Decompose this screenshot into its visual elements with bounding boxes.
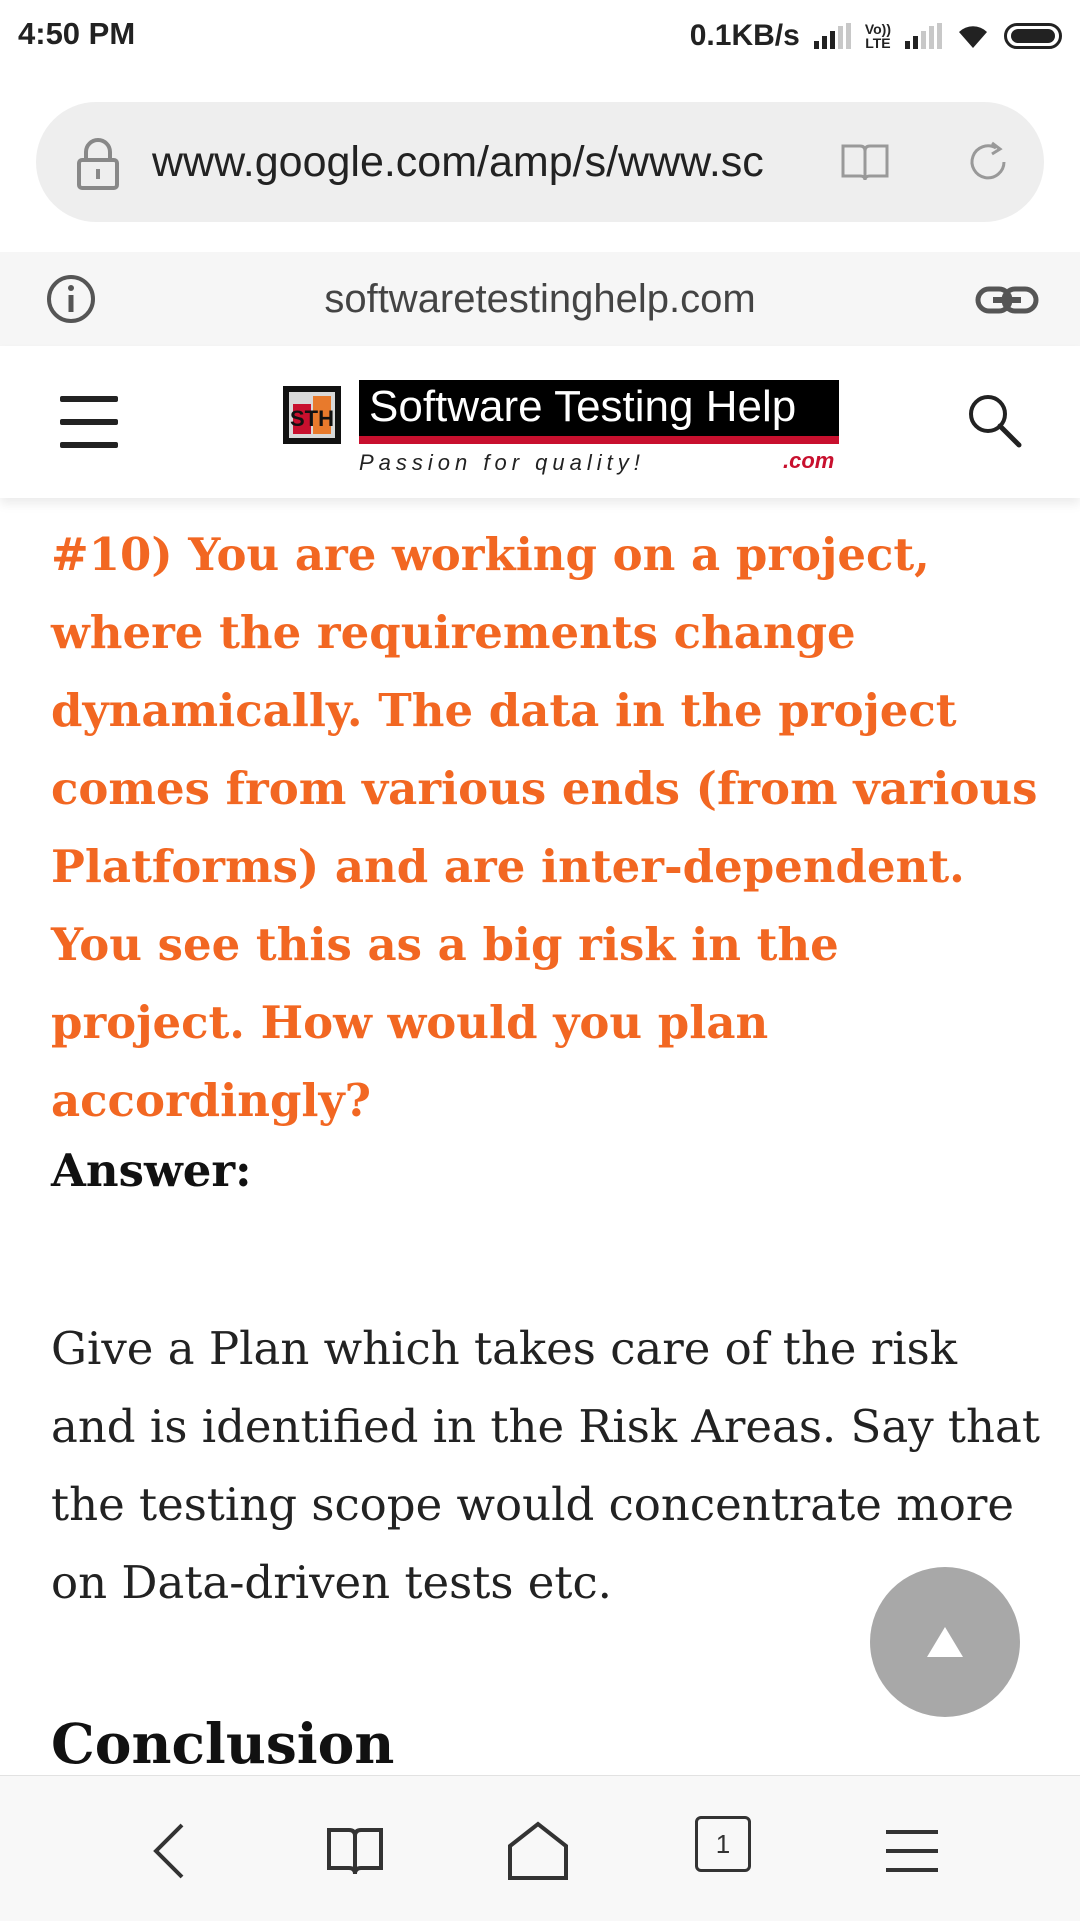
browser-bottom-nav: 1: [0, 1775, 1080, 1921]
back-button[interactable]: [133, 1816, 203, 1886]
home-button[interactable]: [503, 1816, 573, 1886]
question-heading: #10) You are working on a project, where…: [51, 528, 1038, 1127]
volte-icon: Vo)) LTE: [864, 21, 891, 51]
bookmarks-button[interactable]: [320, 1816, 390, 1886]
site-logo[interactable]: STH Software Testing Help Passion for qu…: [283, 380, 839, 475]
conclusion-heading: Conclusion: [51, 1711, 395, 1776]
signal-icon-2: [905, 23, 942, 49]
svg-text:STH: STH: [290, 406, 334, 431]
logo-suffix: .com: [783, 448, 835, 473]
wifi-icon: [959, 26, 987, 48]
logo-banner: Software Testing Help: [359, 380, 839, 444]
signal-icon: [813, 23, 851, 49]
article-content: #10) You are working on a project, where…: [51, 516, 1041, 1776]
scroll-to-top-button[interactable]: [870, 1567, 1020, 1717]
logo-name: Software Testing Help: [369, 382, 797, 431]
home-icon: [508, 1821, 568, 1880]
site-header: STH Software Testing Help Passion for qu…: [0, 346, 1080, 498]
back-icon: [153, 1823, 184, 1879]
reload-icon[interactable]: [966, 140, 1010, 184]
logo-tagline: Passion for quality!: [359, 450, 645, 475]
network-speed: 0.1KB/s: [689, 19, 800, 52]
status-indicators: 0.1KB/s Vo)) LTE: [690, 14, 1062, 58]
reader-mode-icon[interactable]: [840, 142, 890, 182]
site-info-bar: softwaretestinghelp.com: [0, 252, 1080, 347]
address-bar[interactable]: www.google.com/amp/s/www.sc: [36, 102, 1044, 222]
lock-icon: [77, 138, 119, 190]
tabs-icon: 1: [695, 1816, 751, 1872]
site-domain: softwaretestinghelp.com: [324, 277, 756, 321]
more-menu-button[interactable]: [877, 1816, 947, 1886]
more-menu-icon: [886, 1830, 938, 1872]
status-bar: 4:50 PM 0.1KB/s Vo)) LTE: [0, 0, 1080, 72]
logo-mark: STH: [283, 386, 341, 444]
battery-icon: [1004, 23, 1062, 49]
bookmarks-icon: [327, 1828, 383, 1875]
hamburger-menu-icon[interactable]: [60, 396, 118, 448]
tabs-button[interactable]: 1: [695, 1816, 765, 1886]
link-icon[interactable]: [975, 280, 1039, 320]
search-icon[interactable]: [964, 390, 1024, 450]
status-time: 4:50 PM: [18, 16, 136, 51]
answer-label: Answer:: [51, 1144, 252, 1197]
up-arrow-icon: [870, 1567, 1020, 1717]
url-text[interactable]: www.google.com/amp/s/www.sc: [152, 136, 817, 188]
